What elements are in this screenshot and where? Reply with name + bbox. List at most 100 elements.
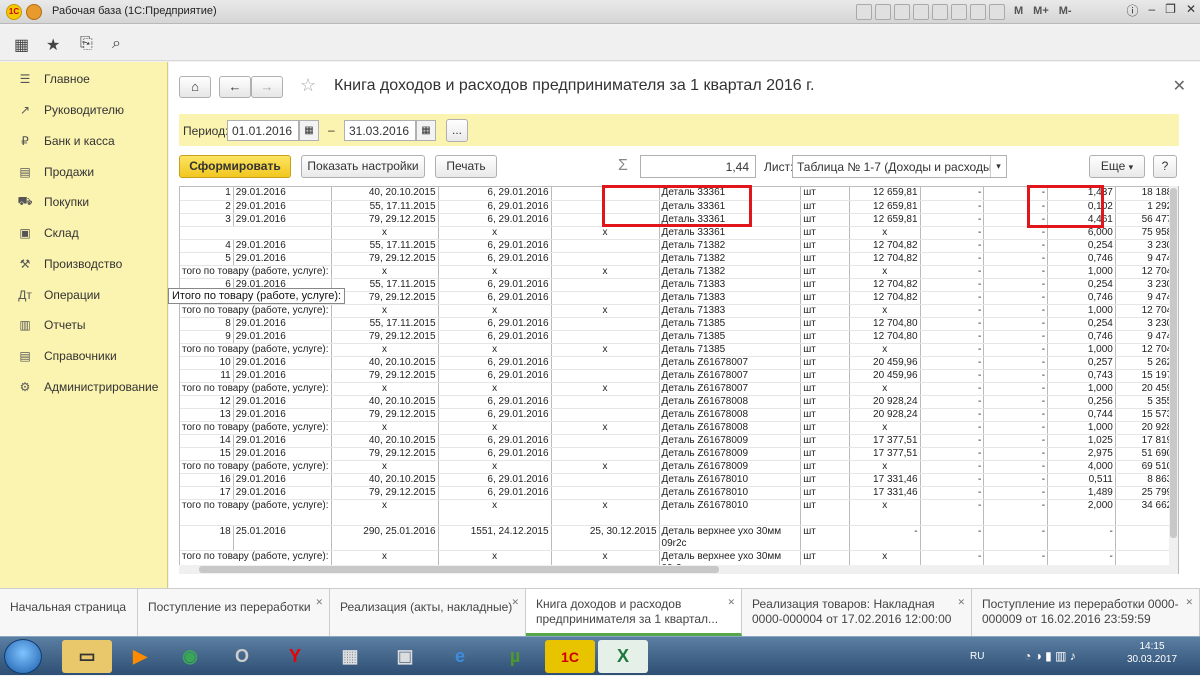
- table-cell[interactable]: 17 331,46: [849, 473, 921, 487]
- table-cell[interactable]: 20 459,96: [849, 356, 921, 370]
- table-cell[interactable]: 3: [180, 213, 234, 227]
- table-cell[interactable]: 40, 20.10.2015: [331, 187, 439, 201]
- table-cell[interactable]: 4: [180, 239, 234, 253]
- table-cell[interactable]: -: [920, 213, 985, 227]
- scroll-thumb[interactable]: [1170, 188, 1177, 538]
- table-cell[interactable]: 29.01.2016: [233, 408, 332, 422]
- table-cell[interactable]: 29.01.2016: [233, 447, 332, 461]
- table-cell[interactable]: -: [920, 343, 985, 357]
- table-cell[interactable]: шт: [800, 265, 851, 279]
- table-cell[interactable]: -: [920, 499, 985, 526]
- table-cell[interactable]: -: [920, 226, 985, 240]
- table-cell[interactable]: х: [551, 343, 660, 357]
- table-cell[interactable]: Деталь 33361: [659, 226, 802, 240]
- table-cell[interactable]: -: [983, 525, 1049, 551]
- table-cell[interactable]: 13: [180, 408, 234, 422]
- table-cell[interactable]: 1: [180, 187, 234, 201]
- table-cell[interactable]: Деталь 71383: [659, 278, 802, 292]
- table-cell[interactable]: -: [920, 460, 985, 474]
- table-cell[interactable]: 1,025: [1047, 434, 1116, 448]
- table-cell[interactable]: -: [983, 486, 1049, 500]
- table-cell[interactable]: 6, 29.01.2016: [438, 408, 552, 422]
- table-cell[interactable]: 6, 29.01.2016: [438, 395, 552, 409]
- table-cell[interactable]: 79, 29.12.2015: [331, 408, 439, 422]
- more-button[interactable]: Еще ▾: [1089, 155, 1145, 178]
- table-cell[interactable]: [551, 278, 660, 292]
- tab-sales-invoice[interactable]: Реализация товаров: Накладная 0000-00000…: [742, 589, 972, 636]
- table-cell[interactable]: -: [920, 265, 985, 279]
- table-cell[interactable]: 6, 29.01.2016: [438, 278, 552, 292]
- table-cell[interactable]: Деталь Z61678007: [659, 382, 802, 396]
- excel-icon[interactable]: X: [598, 640, 648, 673]
- table-cell[interactable]: х: [551, 265, 660, 279]
- table-cell[interactable]: 6, 29.01.2016: [438, 356, 552, 370]
- maximize-icon[interactable]: ❐: [1165, 2, 1176, 19]
- table-cell[interactable]: -: [920, 239, 985, 253]
- calculator-icon[interactable]: [913, 4, 929, 20]
- table-cell[interactable]: Деталь Z61678010: [659, 486, 802, 500]
- tab-income-book[interactable]: Книга доходов и расходов предпринимателя…: [526, 589, 742, 636]
- table-cell[interactable]: -: [920, 317, 985, 331]
- calculator-icon[interactable]: ▦: [325, 640, 375, 673]
- close-icon[interactable]: ✕: [315, 595, 323, 610]
- grid-menu-icon[interactable]: ▦: [14, 35, 29, 55]
- table-cell[interactable]: х: [849, 226, 921, 240]
- info-icon[interactable]: ⓘ: [1126, 2, 1138, 19]
- table-cell[interactable]: [551, 473, 660, 487]
- table-cell[interactable]: 6, 29.01.2016: [438, 473, 552, 487]
- table-cell[interactable]: 55, 17.11.2015: [331, 200, 439, 214]
- tab-receipt[interactable]: Поступление из переработки ✕: [138, 589, 330, 636]
- table-cell[interactable]: [551, 239, 660, 253]
- table-cell[interactable]: 12 659,81: [849, 213, 921, 227]
- 1c-app-icon[interactable]: 1С: [545, 640, 595, 673]
- table-cell[interactable]: шт: [800, 447, 851, 461]
- table-cell[interactable]: -: [983, 278, 1049, 292]
- table-cell[interactable]: шт: [800, 278, 851, 292]
- table-cell[interactable]: 0,254: [1047, 317, 1116, 331]
- table-cell[interactable]: шт: [800, 304, 851, 318]
- paste-icon[interactable]: [989, 4, 1005, 20]
- table-cell[interactable]: Деталь Z61678008: [659, 395, 802, 409]
- table-cell[interactable]: -: [983, 473, 1049, 487]
- horizontal-scrollbar[interactable]: [179, 565, 1169, 574]
- table-cell[interactable]: шт: [800, 421, 851, 435]
- table-cell[interactable]: 12 704,82: [849, 239, 921, 253]
- table-cell[interactable]: 2,000: [1047, 499, 1116, 526]
- table-cell[interactable]: -: [849, 525, 921, 551]
- table-cell[interactable]: шт: [800, 187, 851, 201]
- close-icon[interactable]: ✕: [511, 595, 519, 610]
- table-cell[interactable]: 29.01.2016: [233, 369, 332, 383]
- table-cell[interactable]: Деталь 71385: [659, 317, 802, 331]
- table-cell[interactable]: [551, 434, 660, 448]
- table-cell[interactable]: -: [983, 421, 1049, 435]
- table-cell[interactable]: -: [983, 330, 1049, 344]
- table-cell[interactable]: -: [920, 486, 985, 500]
- table-cell[interactable]: того по товару (работе, услуге):: [180, 460, 332, 474]
- table-cell[interactable]: х: [849, 265, 921, 279]
- table-cell[interactable]: 25, 30.12.2015: [551, 525, 660, 551]
- table-cell[interactable]: 1,000: [1047, 382, 1116, 396]
- table-cell[interactable]: Деталь Z61678009: [659, 434, 802, 448]
- table-cell[interactable]: х: [331, 226, 439, 240]
- table-cell[interactable]: 29.01.2016: [233, 187, 332, 201]
- table-cell[interactable]: -: [920, 395, 985, 409]
- table-cell[interactable]: -: [983, 434, 1049, 448]
- table-cell[interactable]: х: [331, 343, 439, 357]
- table-cell[interactable]: 29.01.2016: [233, 395, 332, 409]
- table-cell[interactable]: шт: [800, 382, 851, 396]
- print-icon[interactable]: [875, 4, 891, 20]
- yandex-icon[interactable]: Y: [270, 640, 320, 673]
- search-icon[interactable]: ⌕: [112, 35, 121, 53]
- table-cell[interactable]: -: [920, 421, 985, 435]
- table-cell[interactable]: шт: [800, 460, 851, 474]
- show-settings-button[interactable]: Показать настройки: [301, 155, 425, 178]
- table-cell[interactable]: 12 704,82: [849, 278, 921, 292]
- table-cell[interactable]: 5: [180, 252, 234, 266]
- table-cell[interactable]: 6, 29.01.2016: [438, 486, 552, 500]
- table-cell[interactable]: 1,000: [1047, 421, 1116, 435]
- table-cell[interactable]: х: [331, 499, 439, 526]
- table-cell[interactable]: шт: [800, 200, 851, 214]
- favorites-icon[interactable]: [932, 4, 948, 20]
- table-cell[interactable]: шт: [800, 226, 851, 240]
- table-cell[interactable]: -: [983, 395, 1049, 409]
